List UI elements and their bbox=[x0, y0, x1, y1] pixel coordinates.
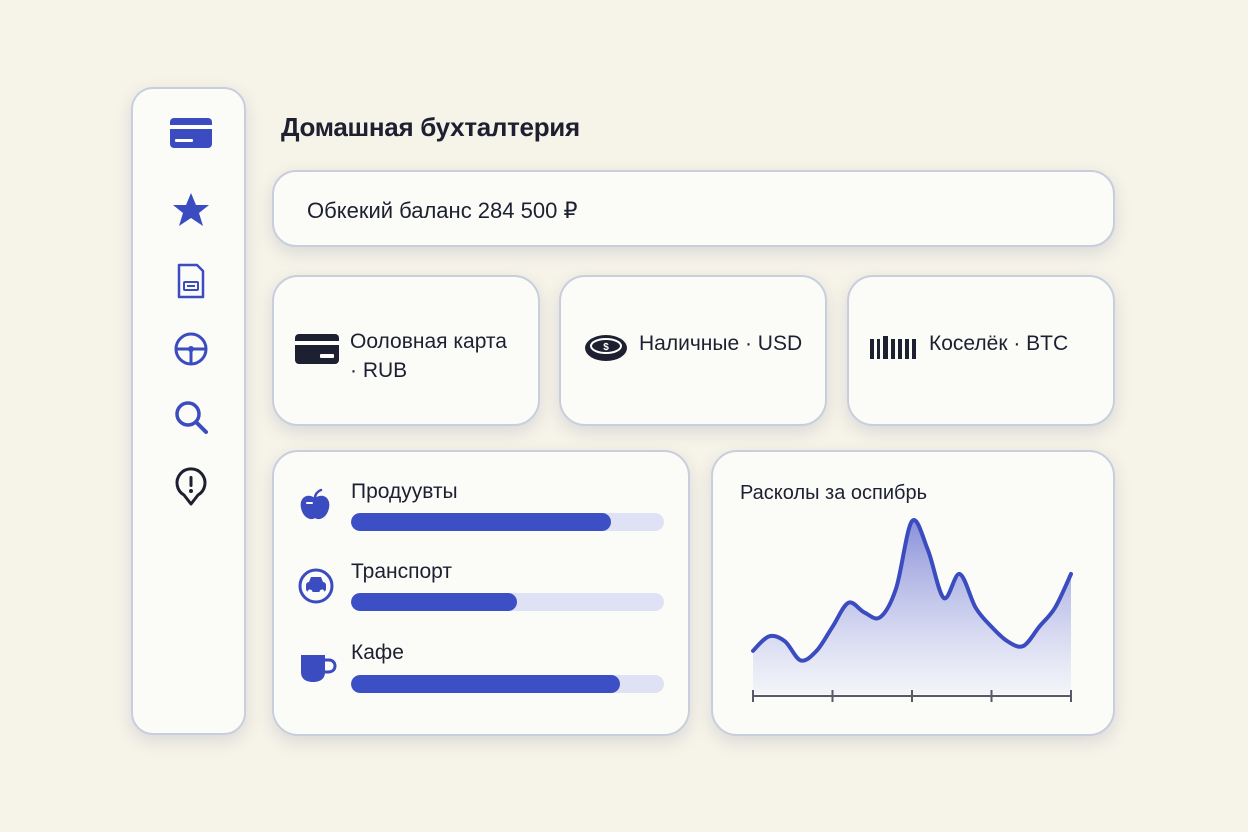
budget-card: Продуувты Транспорт Кафе bbox=[272, 450, 690, 736]
sidebar-item-search[interactable] bbox=[133, 395, 248, 439]
expenses-chart bbox=[751, 518, 1073, 702]
account-card-cash[interactable]: $ Наличные · USD bbox=[559, 275, 827, 426]
search-icon bbox=[174, 401, 208, 434]
sidebar-item-favorites[interactable] bbox=[133, 188, 248, 232]
steering-wheel-icon bbox=[174, 332, 207, 366]
budget-progress-fill bbox=[351, 513, 611, 531]
sidebar-item-cards[interactable] bbox=[133, 111, 248, 155]
sidebar-item-documents[interactable] bbox=[133, 259, 248, 303]
account-name: Коселёк · BTC bbox=[929, 332, 1069, 355]
budget-progress bbox=[351, 513, 664, 531]
star-icon bbox=[172, 193, 209, 226]
budget-progress bbox=[351, 593, 664, 611]
budget-progress-fill bbox=[351, 675, 621, 693]
budget-label: Продуувты bbox=[351, 480, 458, 503]
credit-card-icon bbox=[169, 118, 212, 148]
budget-progress bbox=[351, 675, 664, 693]
cash-icon: $ bbox=[585, 335, 627, 361]
expenses-chart-card: Расколы за оспибрь bbox=[711, 450, 1115, 736]
document-icon bbox=[177, 263, 204, 299]
budget-progress-fill bbox=[351, 593, 517, 611]
account-name: Наличные · USD bbox=[639, 332, 803, 355]
car-icon bbox=[298, 568, 334, 604]
budget-label: Кафе bbox=[351, 641, 404, 664]
total-balance: Обкекий баланс 284 500 ₽ bbox=[307, 198, 578, 223]
budget-label: Транспорт bbox=[351, 560, 452, 583]
page-title: Домашная бухталтерия bbox=[281, 112, 580, 142]
account-card-btc[interactable]: Коселёк · BTC bbox=[847, 275, 1115, 426]
card-icon bbox=[295, 334, 339, 364]
apple-icon bbox=[300, 488, 330, 520]
chart-area-fill bbox=[753, 520, 1071, 694]
sidebar bbox=[131, 87, 246, 735]
svg-text:$: $ bbox=[603, 342, 609, 353]
account-card-main[interactable]: Ооловная карта · RUB bbox=[272, 275, 540, 426]
cup-icon bbox=[301, 655, 337, 682]
alert-pin-icon bbox=[175, 467, 206, 506]
sidebar-item-transport[interactable] bbox=[133, 327, 248, 371]
account-currency: · RUB bbox=[350, 359, 408, 382]
sidebar-item-alerts[interactable] bbox=[133, 465, 248, 509]
barcode-icon bbox=[870, 336, 916, 359]
account-name: Ооловная карта bbox=[350, 330, 507, 353]
balance-card: Обкекий баланс 284 500 ₽ bbox=[272, 170, 1115, 247]
